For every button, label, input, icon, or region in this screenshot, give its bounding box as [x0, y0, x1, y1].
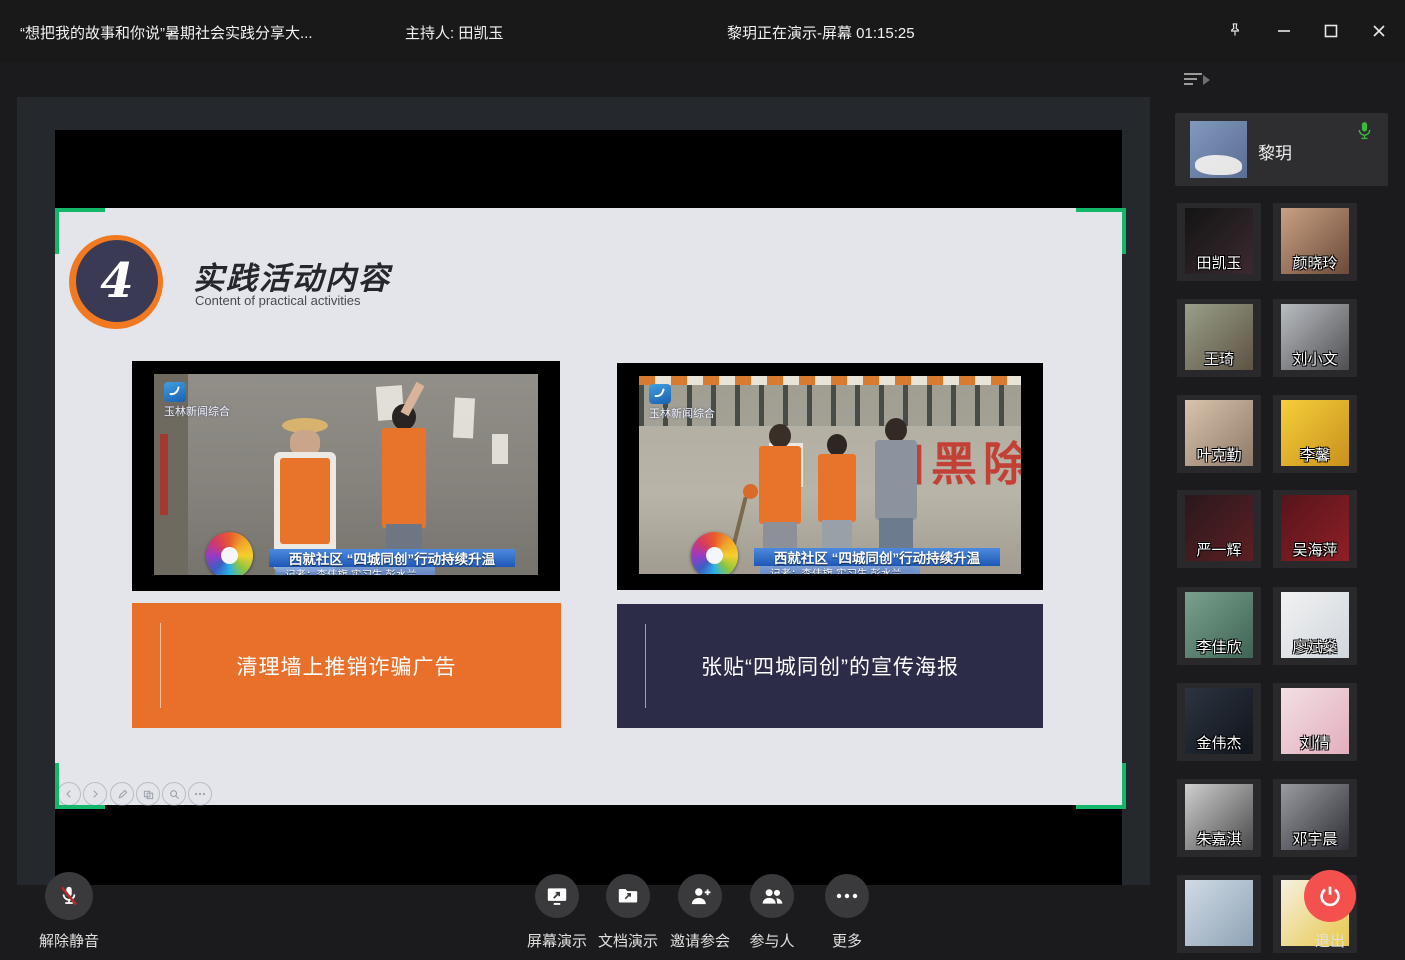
collapse-sidebar-icon[interactable] — [1183, 70, 1213, 95]
participant-tile[interactable]: 刘小文 — [1273, 299, 1357, 377]
participant-tile[interactable]: 廖斌燊 — [1273, 587, 1357, 665]
power-icon — [1316, 882, 1344, 910]
participant-name: 朱嘉淇 — [1177, 828, 1261, 849]
participants-button[interactable] — [750, 874, 794, 918]
exit-label: 退出 — [1315, 930, 1345, 951]
news-caption-reporter: 记者：李伟旗 实习生 彭水兰 — [275, 567, 435, 575]
channel-logo-icon — [164, 382, 186, 402]
news-caption-title: 西就社区 “四城同创”行动持续升温 — [269, 549, 515, 567]
caption-left-text: 清理墙上推销诈骗广告 — [237, 651, 457, 681]
caption-box-right: 张贴“四城同创”的宣传海报 — [617, 604, 1043, 728]
participant-tile[interactable]: 吴海萍 — [1273, 490, 1357, 568]
screen-share-label: 屏幕演示 — [527, 930, 587, 951]
slide-more-icon — [188, 782, 212, 806]
more-label: 更多 — [832, 930, 862, 951]
more-button[interactable] — [825, 874, 869, 918]
pin-icon[interactable] — [1217, 14, 1253, 48]
exit-button[interactable] — [1304, 870, 1356, 922]
presentation-slide: 4 实践活动内容 Content of practical activities — [55, 208, 1122, 805]
news-caption-title: 西就社区 “四城同创”行动持续升温 — [754, 548, 1000, 566]
news-station-logo-icon — [206, 532, 253, 575]
video-left-frame: 玉林新闻综合 西就社区 “四城同创”行动持续升温 记者：李伟旗 实习生 彭水兰 — [154, 374, 538, 575]
slide-title: 实践活动内容 — [193, 253, 391, 298]
presenting-status: 黎玥正在演示-屏幕 01:15:25 — [727, 22, 915, 43]
avatar — [1190, 121, 1247, 178]
mic-on-icon — [1357, 121, 1372, 145]
minimize-button[interactable] — [1266, 14, 1302, 48]
avatar — [1185, 880, 1253, 946]
participant-name: 严一辉 — [1177, 539, 1261, 560]
participant-tile[interactable]: 田凯玉 — [1177, 203, 1261, 281]
video-thumbnail-right: 扫黑除 — [617, 363, 1043, 590]
speaker-name: 黎玥 — [1258, 139, 1292, 164]
participant-tile[interactable]: 李佳欣 — [1177, 587, 1261, 665]
participant-name: 刘倩 — [1273, 732, 1357, 753]
close-button[interactable] — [1361, 14, 1397, 48]
active-speaker-tile[interactable]: 黎玥 — [1175, 113, 1388, 186]
participant-tile[interactable]: 金伟杰 — [1177, 683, 1261, 761]
doc-share-label: 文档演示 — [598, 930, 658, 951]
participant-tile[interactable]: 叶克勤 — [1177, 395, 1261, 473]
participant-name: 王琦 — [1177, 348, 1261, 369]
participant-tile[interactable]: 朱嘉淇 — [1177, 779, 1261, 857]
invite-label: 邀请参会 — [670, 930, 730, 951]
invite-icon — [687, 883, 714, 910]
participants-icon — [759, 883, 786, 910]
magnifier-icon — [162, 782, 186, 806]
unmute-label: 解除静音 — [39, 930, 99, 951]
titlebar: “想把我的故事和你说”暑期社会实践分享大... 主持人: 田凯玉 黎玥正在演示-… — [0, 0, 1405, 62]
participant-tile[interactable]: 严一辉 — [1177, 490, 1261, 568]
video-thumbnail-left: 玉林新闻综合 西就社区 “四城同创”行动持续升温 记者：李伟旗 实习生 彭水兰 — [132, 361, 560, 591]
participant-name: 田凯玉 — [1177, 252, 1261, 273]
participant-name: 李馨 — [1273, 444, 1357, 465]
news-caption-reporter: 记者：李伟旗 实习生 彭水兰 — [760, 566, 920, 574]
video-right-frame: 扫黑除 — [639, 376, 1021, 574]
channel-watermark: 玉林新闻综合 — [164, 382, 230, 419]
news-station-logo-icon — [691, 532, 738, 574]
participant-tile[interactable]: 颜晓玲 — [1273, 203, 1357, 281]
participant-name: 吴海萍 — [1273, 539, 1357, 560]
doc-share-button[interactable] — [606, 874, 650, 918]
participant-tile[interactable]: 王琦 — [1177, 299, 1261, 377]
participant-name: 叶克勤 — [1177, 444, 1261, 465]
meeting-title: “想把我的故事和你说”暑期社会实践分享大... — [20, 22, 313, 43]
caption-right-text: 张贴“四城同创”的宣传海报 — [701, 651, 959, 681]
participant-tile[interactable]: 邓宇晨 — [1273, 779, 1357, 857]
share-frame-corner — [1076, 763, 1126, 809]
shared-screen-stage: 4 实践活动内容 Content of practical activities — [17, 97, 1150, 885]
participant-name: 刘小文 — [1273, 348, 1357, 369]
participant-name: 李佳欣 — [1177, 636, 1261, 657]
meeting-window: “想把我的故事和你说”暑期社会实践分享大... 主持人: 田凯玉 黎玥正在演示-… — [0, 0, 1405, 960]
invite-button[interactable] — [678, 874, 722, 918]
participant-tile[interactable] — [1177, 875, 1261, 953]
participant-name: 颜晓玲 — [1273, 252, 1357, 273]
participant-name: 廖斌燊 — [1273, 636, 1357, 657]
channel-watermark: 玉林新闻综合 — [649, 384, 715, 421]
channel-logo-icon — [649, 384, 671, 404]
participant-tile[interactable]: 刘倩 — [1273, 683, 1357, 761]
slides-panel-icon — [136, 782, 160, 806]
participants-label: 参与人 — [749, 930, 794, 951]
unmute-button[interactable] — [45, 872, 93, 920]
maximize-button[interactable] — [1313, 14, 1349, 48]
share-frame-corner — [55, 763, 105, 809]
screen-share-button[interactable] — [535, 874, 579, 918]
doc-share-icon — [615, 883, 641, 909]
slide-subtitle: Content of practical activities — [195, 293, 360, 308]
more-icon — [835, 892, 859, 900]
screen-share-icon — [544, 883, 570, 909]
annotate-pen-icon — [110, 782, 134, 806]
share-frame-corner — [1076, 208, 1126, 254]
section-number: 4 — [100, 253, 133, 309]
share-frame-corner — [55, 208, 105, 254]
participant-name: 邓宇晨 — [1273, 828, 1357, 849]
participant-tile[interactable]: 李馨 — [1273, 395, 1357, 473]
caption-box-left: 清理墙上推销诈骗广告 — [132, 603, 561, 728]
participant-name: 金伟杰 — [1177, 732, 1261, 753]
host-label: 主持人: 田凯玉 — [405, 22, 503, 43]
